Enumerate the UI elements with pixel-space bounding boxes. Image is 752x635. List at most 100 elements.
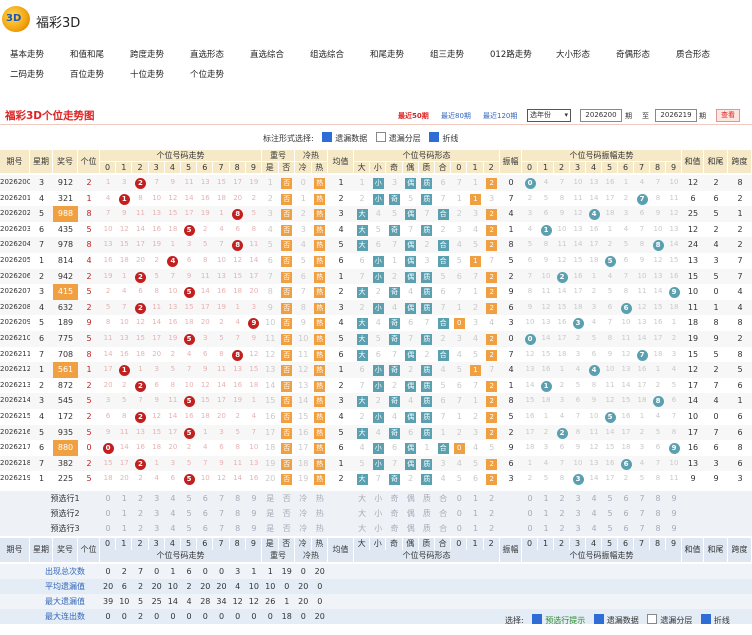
- nav-link[interactable]: 十位走势: [130, 68, 164, 80]
- footer-omit-layer-checkbox[interactable]: [647, 614, 658, 624]
- hit-ball-icon: 4: [167, 256, 179, 267]
- footer-digit: 1: [116, 538, 133, 550]
- query-button[interactable]: 查看: [716, 109, 740, 122]
- swing-omit-cell: 4: [655, 412, 661, 420]
- nav-link[interactable]: 和尾走势: [370, 48, 404, 60]
- swing-omit-cell: 16: [541, 365, 551, 374]
- sumtail-cell: 4: [713, 240, 719, 250]
- form-cell: 2: [484, 456, 500, 472]
- nav-link[interactable]: 和值和尾: [70, 48, 104, 60]
- omit-cell: 16: [200, 193, 210, 202]
- nav-link[interactable]: 组选综合: [310, 48, 344, 60]
- omit-cell: 17: [119, 458, 129, 467]
- recent-120-link[interactable]: 最近120期: [483, 111, 517, 121]
- footer-omit-layer-label: 遗漏分层: [660, 616, 693, 625]
- swing-cell: 2: [508, 427, 514, 437]
- repeat-marker: 否: [281, 318, 293, 330]
- nav-link[interactable]: 012路走势: [490, 48, 532, 60]
- fucai-logo-icon[interactable]: 3D: [2, 6, 30, 32]
- omit-layer-checkbox[interactable]: [375, 132, 386, 142]
- omit-cell: 1: [203, 427, 208, 436]
- footer-form: 合: [435, 538, 452, 550]
- header-form: 质: [418, 162, 435, 174]
- predict-digit: 4: [170, 509, 176, 518]
- predict-digit: 3: [154, 494, 160, 503]
- repeat-cell: 否: [279, 269, 296, 285]
- footer-swing-digit: 2: [554, 538, 570, 550]
- omit-cell: 2: [186, 443, 192, 452]
- swing-omit-cell: 14: [605, 427, 615, 436]
- header-digit: 8: [229, 162, 246, 174]
- omit-cell: 11: [103, 334, 113, 342]
- footer-omit-checkbox[interactable]: [593, 614, 604, 624]
- week-cell: 3: [38, 178, 45, 187]
- predict-hotcold: 冷: [299, 509, 308, 518]
- header-digit: 0: [100, 162, 117, 174]
- footer-line-checkbox[interactable]: [700, 614, 711, 624]
- swing-omit-cell: 12: [653, 256, 663, 264]
- hotcold-cell: 热: [312, 237, 329, 253]
- hotcold-cell: 8: [300, 302, 306, 312]
- nav-link[interactable]: 质合形态: [676, 48, 710, 60]
- omit-cell: 3: [251, 302, 257, 311]
- omit-cell: 5: [105, 302, 111, 311]
- nav-link[interactable]: 基本走势: [10, 48, 44, 60]
- predict-swing-digit: 0: [527, 509, 533, 518]
- omit-cell: 7: [251, 427, 257, 436]
- from-period-input[interactable]: 2026200: [580, 109, 622, 122]
- repeat-cell: 否: [279, 222, 296, 238]
- form-cell: 大: [354, 206, 370, 222]
- recent-80-link[interactable]: 最近80期: [441, 111, 471, 121]
- nav-link[interactable]: 直选形态: [190, 48, 224, 60]
- form-cell: 2: [484, 393, 500, 409]
- swing-omit-cell: 7: [655, 458, 661, 467]
- omit-cell: 4: [186, 349, 192, 358]
- swing-cell: 8: [508, 240, 514, 250]
- form-cell: 质: [419, 222, 435, 238]
- swing-cell: 4: [508, 209, 514, 219]
- nav-link[interactable]: 直选综合: [250, 48, 284, 60]
- omit-checkbox[interactable]: [322, 132, 333, 142]
- ball-cell: 5: [181, 425, 197, 441]
- nav-link[interactable]: 组三走势: [430, 48, 464, 60]
- form-marker: 质: [421, 193, 433, 205]
- span-cell: 6: [737, 458, 743, 468]
- nav-link[interactable]: 大小形态: [556, 48, 590, 60]
- hit-ball-icon: 5: [183, 474, 195, 486]
- year-select[interactable]: 选年份 ▾: [527, 109, 571, 122]
- ball-cell: 2: [132, 456, 148, 472]
- hit-ball-icon: 5: [183, 334, 195, 345]
- footer-swing-digit: 7: [634, 538, 650, 550]
- omit-cell: 12: [200, 380, 210, 389]
- predict-hint-checkbox[interactable]: [532, 614, 543, 624]
- nav-link[interactable]: 百位走势: [70, 68, 104, 80]
- swing-omit-cell: 8: [559, 474, 565, 483]
- predict-swing-digit: 3: [575, 494, 581, 503]
- stats-value: 12: [232, 597, 243, 606]
- omit-cell: 3: [170, 458, 176, 467]
- omit-cell: 19: [233, 396, 243, 405]
- predict-form: 小: [374, 494, 383, 503]
- swing-omit-cell: 6: [559, 443, 565, 452]
- nav-link[interactable]: 奇偶形态: [616, 48, 650, 60]
- footer-form: 0: [451, 538, 468, 550]
- award-cell: 225: [57, 474, 74, 484]
- period-cell: 2026204: [0, 240, 30, 249]
- form-cell: 2: [456, 209, 462, 219]
- form-cell: 5: [472, 240, 479, 250]
- nav-link[interactable]: 跨度走势: [130, 48, 164, 60]
- omit-cell: 15: [217, 178, 226, 186]
- recent-50-link[interactable]: 最近50期: [398, 111, 429, 121]
- form-marker: 奇: [388, 365, 400, 377]
- week-cell: 4: [38, 302, 45, 312]
- omit-cell: 11: [249, 240, 259, 249]
- period-cell: 2026200: [0, 178, 30, 186]
- nav-link[interactable]: 个位走势: [190, 68, 224, 80]
- form-cell: 2: [484, 269, 500, 285]
- award-cell: 708: [57, 349, 74, 359]
- line-checkbox[interactable]: [429, 132, 440, 142]
- stats-value: 0: [105, 567, 111, 576]
- to-period-input[interactable]: 2026219: [655, 109, 697, 122]
- sumtail-cell: 9: [713, 474, 719, 484]
- nav-link[interactable]: 二码走势: [10, 68, 44, 80]
